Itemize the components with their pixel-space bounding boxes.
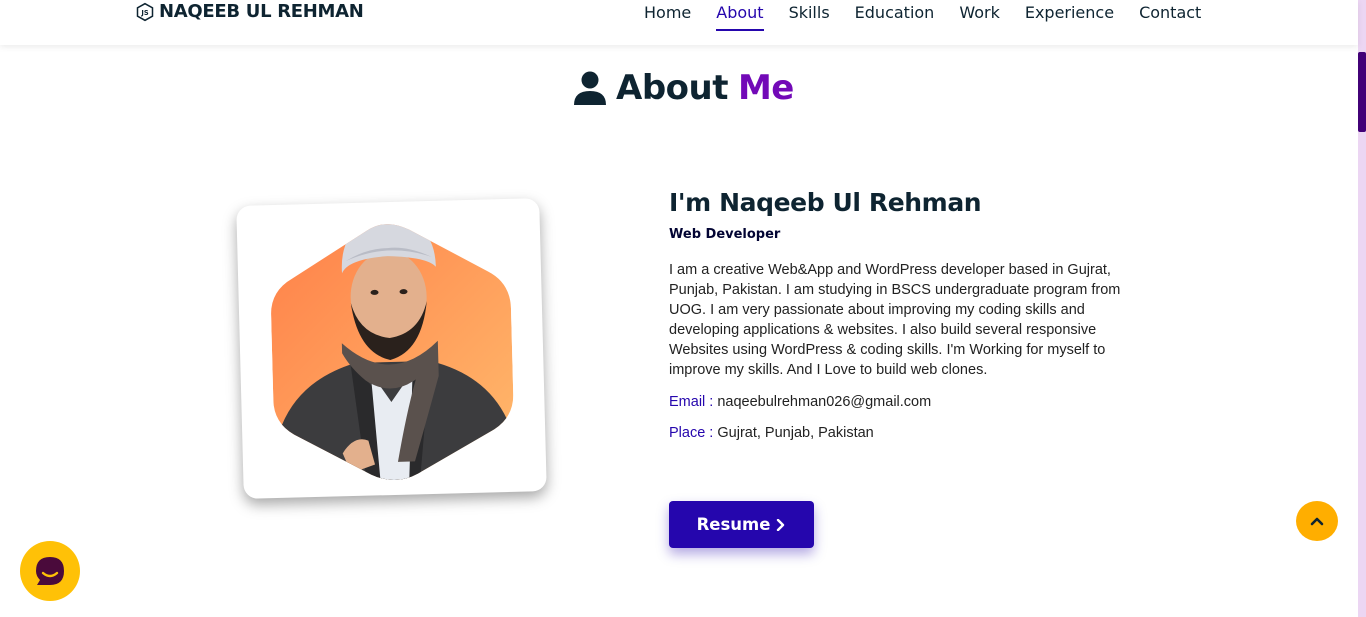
profile-photo xyxy=(268,220,516,484)
js-badge-icon: JS xyxy=(136,2,154,21)
place-value: Gujrat, Punjab, Pakistan xyxy=(717,425,874,441)
page-scrollbar[interactable] xyxy=(1358,0,1366,617)
nav-item-contact[interactable]: Contact xyxy=(1139,3,1201,31)
section-title-accent: Me xyxy=(737,68,794,108)
chat-bubble-icon xyxy=(36,557,64,585)
chevron-up-icon xyxy=(1310,517,1324,526)
brand-logo[interactable]: JS NAQEEB UL REHMAN xyxy=(135,1,364,22)
chat-widget-button[interactable] xyxy=(20,541,80,601)
scroll-top-button[interactable] xyxy=(1296,501,1338,541)
navbar: JS NAQEEB UL REHMAN Home About Skills Ed… xyxy=(0,0,1358,45)
place-row: Place : Gujrat, Punjab, Pakistan xyxy=(669,425,1149,441)
about-bio: I am a creative Web&App and WordPress de… xyxy=(669,262,1121,378)
email-row: Email : naqeebulrehman026@gmail.com xyxy=(669,394,1149,410)
resume-button[interactable]: Resume xyxy=(669,501,814,548)
about-name: I'm Naqeeb Ul Rehman xyxy=(669,188,982,217)
nav-item-work[interactable]: Work xyxy=(959,3,1000,31)
brand-name: NAQEEB UL REHMAN xyxy=(159,1,364,22)
resume-button-label: Resume xyxy=(696,515,771,534)
nav-item-experience[interactable]: Experience xyxy=(1025,3,1114,31)
nav-item-home[interactable]: Home xyxy=(644,3,691,31)
scrollbar-thumb[interactable] xyxy=(1358,52,1366,132)
nav-item-skills[interactable]: Skills xyxy=(789,3,830,31)
user-icon xyxy=(574,71,606,105)
section-title: About xyxy=(616,68,728,108)
nav-item-education[interactable]: Education xyxy=(855,3,935,31)
place-label: Place : xyxy=(669,425,714,441)
svg-text:JS: JS xyxy=(140,8,148,16)
nav-item-about[interactable]: About xyxy=(716,3,764,31)
about-role: Web Developer xyxy=(669,227,781,242)
profile-photo-card xyxy=(236,198,547,499)
main-nav: Home About Skills Education Work Experie… xyxy=(644,3,1226,31)
section-heading: About Me xyxy=(572,68,794,108)
email-value[interactable]: naqeebulrehman026@gmail.com xyxy=(717,394,931,410)
about-content: I'm Naqeeb Ul Rehman Web Developer I am … xyxy=(669,188,1149,441)
email-label: Email : xyxy=(669,394,714,410)
chevron-right-icon xyxy=(777,518,785,531)
